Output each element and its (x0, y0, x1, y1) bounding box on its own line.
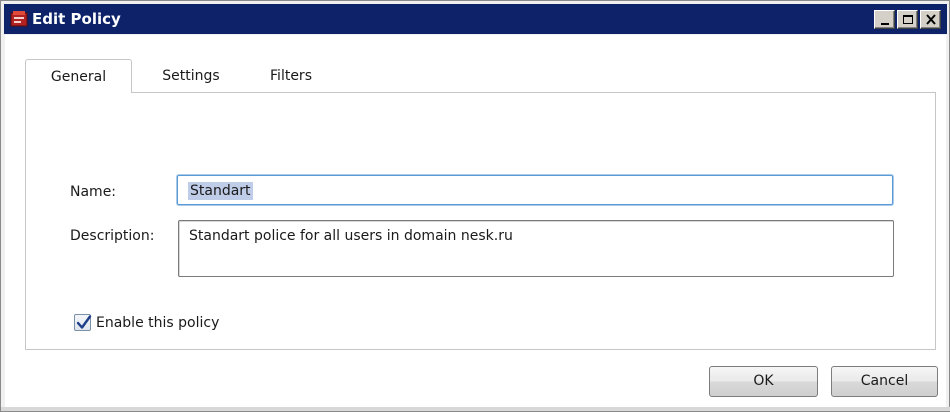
general-tab-panel: Name: Standart Description: Standart pol… (25, 92, 936, 350)
window-bottom-edge (1, 407, 950, 411)
name-input-value: Standart (188, 182, 253, 200)
window-controls (874, 10, 941, 29)
description-label: Description: (70, 228, 155, 244)
tab-filters[interactable]: Filters (261, 59, 321, 93)
title-bar[interactable]: Edit Policy (4, 4, 947, 34)
tab-general[interactable]: General (25, 59, 132, 93)
window-title: Edit Policy (32, 10, 121, 28)
enable-policy-label[interactable]: Enable this policy (96, 314, 219, 332)
tab-settings[interactable]: Settings (151, 59, 231, 93)
policy-app-icon (10, 10, 28, 28)
maximize-icon[interactable] (897, 10, 918, 29)
description-input[interactable]: Standart police for all users in domain … (178, 220, 894, 277)
edit-policy-dialog: Edit Policy General Settings Filters Nam… (0, 0, 950, 412)
dialog-body: General Settings Filters Name: Standart … (5, 35, 946, 409)
name-input[interactable]: Standart (177, 175, 893, 205)
description-input-value: Standart police for all users in domain … (189, 228, 513, 244)
close-icon[interactable] (920, 10, 941, 29)
enable-policy-checkbox[interactable] (74, 314, 92, 331)
tab-settings-label: Settings (162, 68, 220, 84)
minimize-icon[interactable] (874, 10, 895, 29)
name-label: Name: (70, 184, 117, 200)
cancel-button[interactable]: Cancel (831, 366, 938, 397)
tab-filters-label: Filters (270, 68, 312, 84)
tab-general-label: General (50, 69, 107, 85)
ok-button[interactable]: OK (709, 366, 818, 397)
